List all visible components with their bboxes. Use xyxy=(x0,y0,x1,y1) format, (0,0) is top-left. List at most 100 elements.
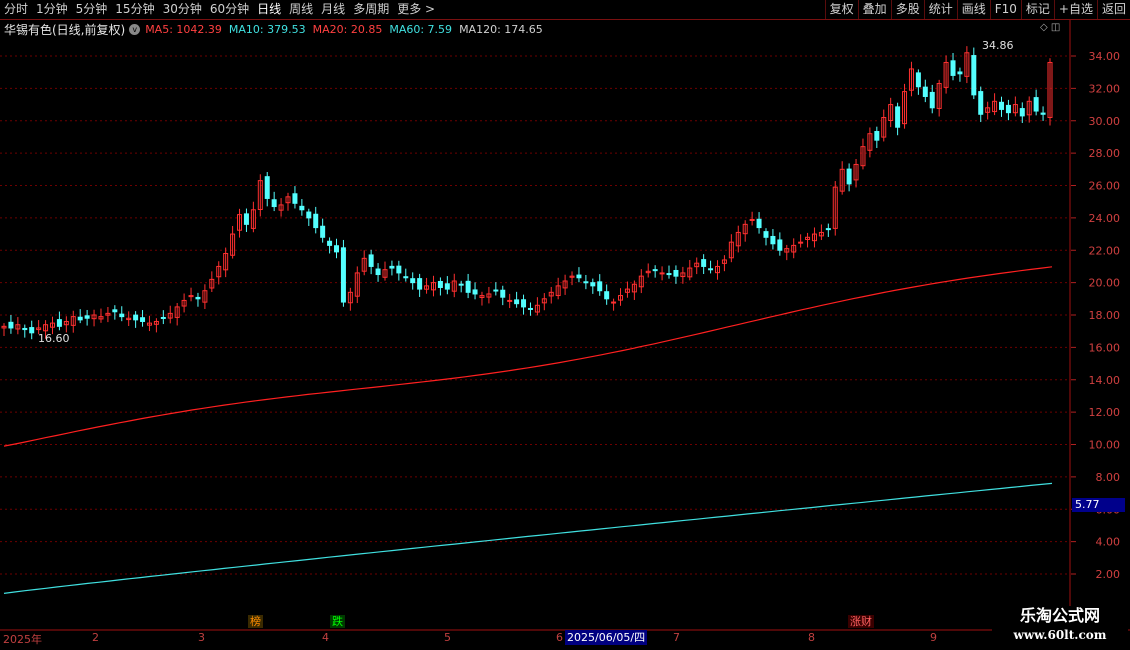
moving-average-lines xyxy=(3,266,1053,594)
candle-body xyxy=(604,291,610,300)
candle-body xyxy=(160,316,166,319)
candle-body xyxy=(708,268,714,271)
candle-body xyxy=(465,280,471,293)
tool-button[interactable]: 标记 xyxy=(1020,0,1054,19)
candle-body xyxy=(763,231,769,238)
candle-body xyxy=(320,225,326,238)
tool-button[interactable]: +自选 xyxy=(1053,0,1097,19)
candle-body xyxy=(576,274,582,279)
candle-body xyxy=(957,71,963,75)
candle-body xyxy=(119,313,125,318)
candle-body xyxy=(652,269,658,272)
candle-body xyxy=(798,241,804,244)
candle-body xyxy=(417,278,423,290)
candle-body xyxy=(396,265,402,274)
candle-body xyxy=(410,278,416,284)
candle-body xyxy=(666,273,672,276)
y-tick-label: 24.00 xyxy=(1089,212,1121,225)
period-tab[interactable]: 更多 > xyxy=(393,0,439,19)
tool-button[interactable]: 多股 xyxy=(890,0,924,19)
candle-body xyxy=(133,314,139,321)
watermark-url: www.60lt.com xyxy=(1013,628,1107,642)
event-badge-rank[interactable]: 榜 xyxy=(248,615,263,628)
tool-button[interactable]: 统计 xyxy=(923,0,957,19)
candle-body xyxy=(874,131,880,141)
candle-body xyxy=(299,205,305,211)
grid-lines xyxy=(0,55,1070,575)
high-price-label: 34.86 xyxy=(982,39,1014,52)
y-tick-label: 12.00 xyxy=(1089,406,1121,419)
period-tab[interactable]: 60分钟 xyxy=(206,0,253,19)
candle-body xyxy=(777,239,783,251)
y-tick-label: 14.00 xyxy=(1089,374,1121,387)
candle-body xyxy=(999,101,1005,110)
candle-body xyxy=(271,199,277,208)
candle-body xyxy=(597,281,603,292)
candle-body xyxy=(915,72,921,88)
candle-body xyxy=(500,289,506,298)
period-tab[interactable]: 5分钟 xyxy=(72,0,112,19)
candle-body xyxy=(112,309,118,313)
event-badge-news[interactable]: 涨财 xyxy=(848,615,874,628)
candle-body xyxy=(1040,112,1046,115)
candle-body xyxy=(1019,108,1025,117)
y-tick-label: 34.00 xyxy=(1089,50,1121,63)
month-label: 8 xyxy=(808,631,815,644)
y-tick-label: 26.00 xyxy=(1089,180,1121,193)
candle-body xyxy=(929,91,935,109)
candlestick-chart[interactable]: 34.0032.0030.0028.0026.0024.0022.0020.00… xyxy=(0,0,1130,650)
candle-body xyxy=(673,269,679,277)
candle-body xyxy=(583,281,589,284)
tool-button[interactable]: F10 xyxy=(989,0,1021,19)
period-tab[interactable]: 日线 xyxy=(253,0,285,19)
month-label: 7 xyxy=(673,631,680,644)
candle-body xyxy=(77,316,83,321)
period-tab[interactable]: 多周期 xyxy=(349,0,393,19)
candle-body xyxy=(895,106,901,128)
candle-body xyxy=(340,247,346,303)
candle-body xyxy=(521,299,527,308)
ma5-value: MA5: 1042.39 xyxy=(145,22,222,36)
low-price-label: 16.60 xyxy=(38,332,70,345)
candle-body xyxy=(825,228,831,231)
period-tab[interactable]: 15分钟 xyxy=(111,0,158,19)
candle-body xyxy=(514,299,520,305)
period-tab[interactable]: 1分钟 xyxy=(32,0,72,19)
candle-body xyxy=(368,254,374,267)
period-tab[interactable]: 月线 xyxy=(317,0,349,19)
watermark-title: 乐淘公式网 xyxy=(1019,606,1100,625)
y-tick-label: 32.00 xyxy=(1089,82,1121,95)
month-label: 9 xyxy=(930,631,937,644)
candle-body xyxy=(458,283,464,286)
ma-cyan-line xyxy=(3,482,1053,594)
candle-body xyxy=(29,327,35,334)
candle-body xyxy=(756,218,762,229)
tool-buttons: 复权 叠加 多股 统计 画线 F10 标记 +自选 返回 xyxy=(824,0,1130,19)
candle-body xyxy=(327,240,333,246)
candle-body xyxy=(84,315,90,319)
date-cursor-label: 2025/06/05/四 xyxy=(565,630,648,645)
candle-body xyxy=(770,235,776,245)
price-axis: 34.00 32.00 30.00 28.00 26.00 24.00 22.00 20.00… xyxy=(0,20,1130,631)
y-tick-label: 2.00 xyxy=(1096,568,1121,581)
period-tab[interactable]: 30分钟 xyxy=(159,0,206,19)
period-tab[interactable]: 周线 xyxy=(285,0,317,19)
tool-button[interactable]: 画线 xyxy=(956,0,990,19)
period-tab[interactable]: 分时 xyxy=(0,0,32,19)
candle-body xyxy=(334,245,340,253)
month-label: 2 xyxy=(92,631,99,644)
candle-body xyxy=(950,60,956,76)
tool-button[interactable]: 复权 xyxy=(824,0,858,19)
y-tick-label: 10.00 xyxy=(1089,439,1121,452)
tool-button[interactable]: 返回 xyxy=(1096,0,1130,19)
candle-body xyxy=(306,211,312,219)
candle-body xyxy=(1005,104,1011,114)
tool-button[interactable]: 叠加 xyxy=(857,0,891,19)
chevron-down-icon[interactable]: v xyxy=(129,23,141,35)
candle-body xyxy=(56,319,62,327)
month-label: 5 xyxy=(444,631,451,644)
candle-body xyxy=(292,193,298,204)
diamond-icon[interactable]: ◇ ◫ xyxy=(1040,22,1060,33)
candle-body xyxy=(243,213,249,225)
event-badge-drop[interactable]: 跌 xyxy=(330,615,345,628)
